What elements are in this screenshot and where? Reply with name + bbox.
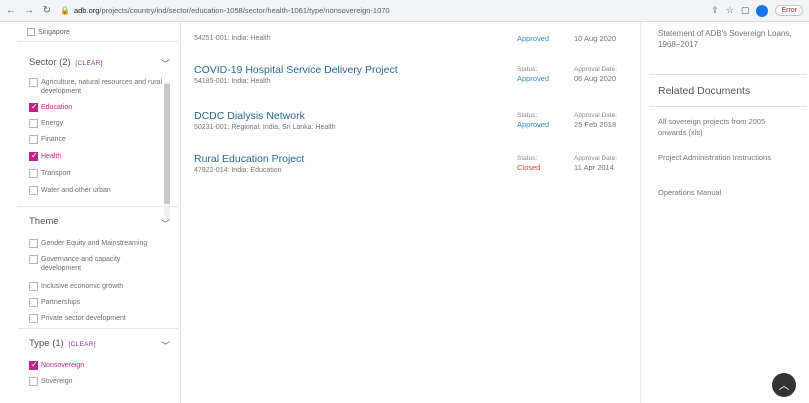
chevron-up-icon: ︿ bbox=[778, 380, 790, 392]
checkbox[interactable] bbox=[29, 169, 38, 178]
chevron-down-icon[interactable]: ﹀ bbox=[161, 57, 170, 70]
checkbox[interactable] bbox=[29, 119, 38, 128]
divider bbox=[18, 41, 178, 42]
filter-option-health[interactable]: Health bbox=[29, 151, 61, 161]
checkbox[interactable] bbox=[29, 255, 38, 264]
related-link-sovereign-projects[interactable]: All sovereign projects from 2005 onwards… bbox=[658, 116, 788, 138]
filter-option-education[interactable]: Education bbox=[29, 102, 72, 112]
filter-option-energy[interactable]: Energy bbox=[29, 119, 63, 128]
project-subtitle: 50231-001: Regional: India, Sri Lanka: H… bbox=[194, 124, 336, 131]
project-title-link[interactable]: Rural Education Project bbox=[194, 153, 304, 165]
related-documents-heading: Related Documents bbox=[658, 85, 751, 97]
sector-clear-link[interactable]: [CLEAR] bbox=[75, 60, 102, 67]
filter-option-partnerships[interactable]: Partnerships bbox=[29, 298, 80, 307]
project-title-link[interactable]: COVID-19 Hospital Service Delivery Proje… bbox=[194, 64, 398, 76]
project-item: DCDC Dialysis Network 50231-001: Regiona… bbox=[194, 110, 336, 131]
checkbox[interactable] bbox=[27, 28, 35, 36]
checkbox[interactable] bbox=[29, 135, 38, 144]
divider bbox=[649, 74, 807, 75]
bookmark-star-icon[interactable]: ☆ bbox=[726, 5, 734, 16]
address-bar[interactable]: 🔒 adb.org /projects/country/ind/sector/e… bbox=[60, 3, 711, 19]
divider bbox=[18, 206, 178, 207]
checkbox[interactable] bbox=[29, 282, 38, 291]
back-icon[interactable]: ← bbox=[4, 4, 18, 18]
filter-option-governance[interactable]: Governance and capacity development bbox=[29, 255, 151, 273]
profile-error-button[interactable]: Error bbox=[775, 5, 803, 16]
checkbox[interactable] bbox=[29, 186, 38, 195]
date-value: 11 Apr 2014 bbox=[574, 163, 614, 172]
profile-avatar[interactable] bbox=[756, 4, 769, 17]
filter-option-private-sector[interactable]: Private sector development bbox=[29, 314, 126, 323]
status-value: Approved bbox=[517, 74, 550, 83]
project-title-link[interactable]: DCDC Dialysis Network bbox=[194, 110, 336, 122]
status-label: Status: bbox=[517, 155, 538, 162]
scroll-to-top-button[interactable]: ︿ bbox=[772, 373, 796, 397]
checkbox[interactable] bbox=[29, 298, 38, 307]
forward-icon[interactable]: → bbox=[22, 4, 36, 18]
status-value: Approved bbox=[517, 120, 550, 129]
project-item: COVID-19 Hospital Service Delivery Proje… bbox=[194, 64, 398, 85]
project-date: Approval Date: 25 Feb 2018 bbox=[574, 112, 617, 129]
date-value: 25 Feb 2018 bbox=[574, 120, 617, 129]
tab-icon[interactable]: ▢ bbox=[741, 5, 750, 16]
project-item: Rural Education Project 47922-014: India… bbox=[194, 153, 304, 174]
divider bbox=[18, 328, 178, 329]
project-status: Status: Approved bbox=[517, 66, 549, 83]
chevron-down-icon[interactable]: ﹀ bbox=[161, 339, 170, 352]
share-icon[interactable]: ⇪ bbox=[711, 5, 719, 16]
project-subtitle: 54185-001: India: Health bbox=[194, 78, 271, 85]
project-status: Approved bbox=[517, 33, 549, 43]
date-label: Approval Date: bbox=[574, 155, 617, 162]
project-subtitle: 54251-001: India: Health bbox=[194, 35, 271, 42]
checkbox[interactable] bbox=[29, 377, 38, 386]
sector-filter-heading[interactable]: Sector (2) [CLEAR] bbox=[29, 57, 103, 68]
url-path: /projects/country/ind/sector/education-1… bbox=[99, 6, 390, 15]
filter-option-finance[interactable]: Finance bbox=[29, 135, 66, 144]
checkbox-checked[interactable] bbox=[29, 151, 38, 161]
filter-option-nonsovereign[interactable]: Nonsovereign bbox=[29, 360, 84, 370]
status-value: Approved bbox=[517, 34, 550, 43]
url-domain: adb.org bbox=[73, 6, 100, 15]
reload-icon[interactable]: ↻ bbox=[40, 4, 54, 18]
type-filter-heading[interactable]: Type (1) [CLEAR] bbox=[29, 338, 96, 349]
theme-filter-heading[interactable]: Theme bbox=[29, 216, 59, 227]
divider bbox=[649, 106, 807, 107]
date-label: Approval Date: bbox=[574, 66, 617, 73]
checkbox[interactable] bbox=[29, 314, 38, 323]
checkbox-checked[interactable] bbox=[29, 360, 38, 370]
filter-option-transport[interactable]: Transport bbox=[29, 169, 71, 178]
date-value: 06 Aug 2020 bbox=[574, 74, 617, 83]
filter-option-singapore[interactable]: Singapore bbox=[27, 28, 70, 36]
related-documents-column: Statement of ADB's Sovereign Loans, 1968… bbox=[640, 22, 809, 403]
project-item: 54251-001: India: Health bbox=[194, 33, 271, 42]
statement-link[interactable]: Statement of ADB's Sovereign Loans, 1968… bbox=[658, 28, 798, 50]
related-link-operations-manual[interactable]: Operations Manual bbox=[658, 187, 788, 198]
browser-toolbar: ← → ↻ 🔒 adb.org /projects/country/ind/se… bbox=[0, 0, 809, 22]
filter-option-water[interactable]: Water and other urban bbox=[29, 186, 111, 195]
project-status: Status: Approved bbox=[517, 112, 549, 129]
project-date: 10 Aug 2020 bbox=[574, 33, 616, 43]
status-value: Closed bbox=[517, 163, 541, 172]
checkbox-checked[interactable] bbox=[29, 102, 38, 112]
checkbox[interactable] bbox=[29, 239, 38, 248]
lock-icon: 🔒 bbox=[60, 6, 70, 15]
date-value: 10 Aug 2020 bbox=[574, 34, 617, 43]
project-subtitle: 47922-014: India: Education bbox=[194, 167, 282, 174]
date-label: Approval Date: bbox=[574, 112, 617, 119]
related-link-project-admin[interactable]: Project Administration Instructions bbox=[658, 152, 788, 163]
project-date: Approval Date: 11 Apr 2014 bbox=[574, 155, 617, 172]
status-label: Status: bbox=[517, 112, 538, 119]
filter-sidebar: Singapore Sector (2) [CLEAR] ﹀ Agricultu… bbox=[0, 22, 181, 403]
filter-option-sovereign[interactable]: Sovereign bbox=[29, 377, 73, 386]
project-status: Status: Closed bbox=[517, 155, 540, 172]
filter-option-gender-equity[interactable]: Gender Equity and Mainstreaming bbox=[29, 239, 147, 248]
filter-option-inclusive-growth[interactable]: Inclusive economic growth bbox=[29, 282, 123, 291]
chevron-down-icon[interactable]: ﹀ bbox=[161, 217, 170, 230]
project-date: Approval Date: 06 Aug 2020 bbox=[574, 66, 617, 83]
checkbox[interactable] bbox=[29, 78, 38, 87]
filter-option-agriculture[interactable]: Agriculture, natural resources and rural… bbox=[29, 78, 176, 96]
type-clear-link[interactable]: [CLEAR] bbox=[69, 341, 96, 348]
status-label: Status: bbox=[517, 66, 538, 73]
sector-list-scroll-thumb[interactable] bbox=[164, 84, 170, 204]
